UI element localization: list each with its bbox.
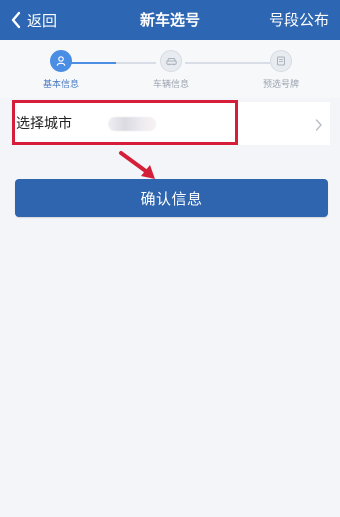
plate-icon — [270, 50, 292, 72]
step-basic-info: 基本信息 — [26, 50, 96, 91]
step-label-plate-preselect: 预选号牌 — [262, 80, 299, 90]
step-label-vehicle-info: 车辆信息 — [152, 80, 189, 90]
step-plate-preselect: 预选号牌 — [246, 50, 316, 91]
chevron-right-icon — [315, 117, 323, 136]
person-icon — [50, 50, 72, 72]
red-arrow-icon — [117, 148, 165, 182]
step-vehicle-info: 车辆信息 — [136, 50, 206, 91]
mobile-page: 返回 新车选号 号段公布 基本信息 车辆信息 预选号牌 选择城市 确认信息 — [0, 0, 340, 517]
progress-steps: 基本信息 车辆信息 预选号牌 — [0, 40, 340, 98]
segment-announcement-link[interactable]: 号段公布 — [269, 10, 329, 30]
car-icon — [160, 50, 182, 72]
top-navigation-bar: 返回 新车选号 号段公布 — [0, 0, 340, 40]
red-highlight-box — [12, 100, 238, 145]
confirm-info-button[interactable]: 确认信息 — [15, 179, 328, 217]
step-label-basic-info: 基本信息 — [42, 80, 79, 90]
